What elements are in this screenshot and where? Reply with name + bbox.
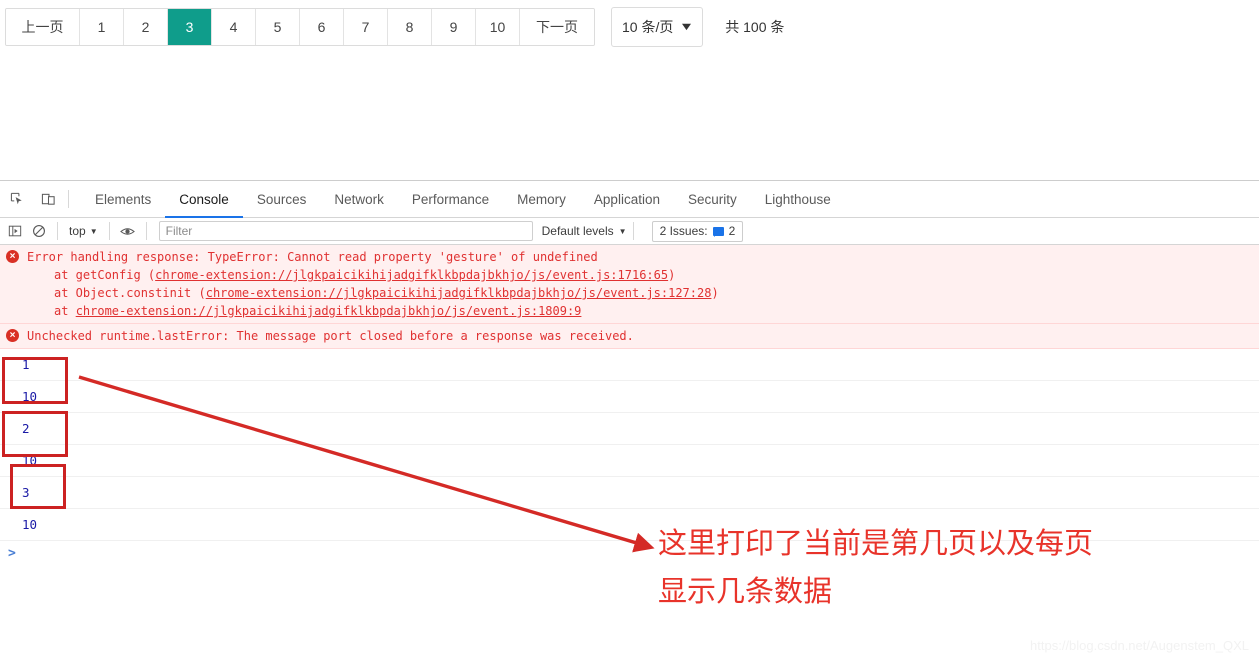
error-headline-row: × Error handling response: TypeError: Ca…: [0, 248, 1259, 266]
error-icon: ×: [6, 250, 19, 263]
tab-network[interactable]: Network: [320, 181, 398, 218]
page-size-label: 10 条/页: [622, 19, 674, 35]
console-error-message-1[interactable]: × Error handling response: TypeError: Ca…: [0, 245, 1259, 324]
error-stack-line-2: at Object.constinit (chrome-extension://…: [0, 284, 1259, 302]
tab-application[interactable]: Application: [580, 181, 674, 218]
devtools-panel: Elements Console Sources Network Perform…: [0, 180, 1259, 658]
log-levels-label: Default levels: [541, 224, 614, 238]
console-toolbar: top ▼ Default levels ▼ 2 Issues: 2: [0, 218, 1259, 245]
pagination-page-2[interactable]: 2: [124, 9, 168, 45]
console-toolbar-divider-2: [108, 222, 110, 240]
pagination-page-8[interactable]: 8: [388, 9, 432, 45]
devtools-tabbar: Elements Console Sources Network Perform…: [0, 181, 1259, 218]
pagination-page-10[interactable]: 10: [476, 9, 520, 45]
page-size-select[interactable]: 10 条/页 ▼: [611, 7, 704, 47]
pagination-total-label: 共 100 条: [725, 19, 785, 35]
tab-elements[interactable]: Elements: [81, 181, 165, 218]
error-stack-line-1: at getConfig (chrome-extension://jlgkpai…: [0, 266, 1259, 284]
console-log-row[interactable]: 2: [0, 413, 1259, 445]
tab-console[interactable]: Console: [165, 181, 243, 218]
console-toolbar-divider-1: [57, 222, 58, 240]
error-headline: Unchecked runtime.lastError: The message…: [27, 329, 634, 343]
web-page-content: 上一页 1 2 3 4 5 6 7 8 9 10 下一页 10 条/页 ▼ 共 …: [0, 0, 1259, 180]
pagination-next-button[interactable]: 下一页: [520, 9, 594, 45]
console-error-message-2[interactable]: × Unchecked runtime.lastError: The messa…: [0, 324, 1259, 349]
error-icon: ×: [6, 329, 19, 342]
pagination-buttons: 上一页 1 2 3 4 5 6 7 8 9 10 下一页: [5, 8, 595, 46]
stack-suffix: ): [711, 286, 719, 300]
stack-suffix: ): [668, 268, 676, 282]
pagination-page-3[interactable]: 3: [168, 9, 212, 45]
console-log-row[interactable]: 3: [0, 477, 1259, 509]
tab-memory[interactable]: Memory: [503, 181, 580, 218]
pagination: 上一页 1 2 3 4 5 6 7 8 9 10 下一页 10 条/页 ▼ 共 …: [5, 7, 784, 47]
console-toolbar-divider-3: [145, 222, 147, 240]
tab-security[interactable]: Security: [674, 181, 751, 218]
pagination-page-5[interactable]: 5: [256, 9, 300, 45]
tab-lighthouse[interactable]: Lighthouse: [751, 181, 845, 218]
console-toolbar-divider-4: [632, 222, 634, 240]
clear-console-icon[interactable]: [27, 220, 51, 242]
console-prompt[interactable]: >: [0, 541, 1259, 565]
pagination-page-4[interactable]: 4: [212, 9, 256, 45]
device-toolbar-icon[interactable]: [35, 186, 62, 212]
tab-sources[interactable]: Sources: [243, 181, 321, 218]
screenshot-root: 上一页 1 2 3 4 5 6 7 8 9 10 下一页 10 条/页 ▼ 共 …: [0, 0, 1259, 658]
stack-source-link[interactable]: chrome-extension://jlgkpaicikihijadgifkl…: [206, 286, 712, 300]
stack-prefix: at getConfig (: [54, 268, 156, 282]
pagination-page-1[interactable]: 1: [80, 9, 124, 45]
pagination-page-9[interactable]: 9: [432, 9, 476, 45]
error-headline: Error handling response: TypeError: Cann…: [27, 250, 598, 264]
stack-source-link[interactable]: chrome-extension://jlgkpaicikihijadgifkl…: [155, 268, 668, 282]
prompt-chevron-icon: >: [8, 545, 16, 561]
issues-badge-button[interactable]: 2 Issues: 2: [651, 220, 744, 242]
chevron-down-icon: ▼: [89, 226, 98, 236]
console-log-row[interactable]: 10: [0, 509, 1259, 541]
live-expression-icon[interactable]: [116, 220, 140, 242]
chevron-down-icon: ▼: [618, 226, 627, 236]
console-message-list: × Error handling response: TypeError: Ca…: [0, 245, 1259, 565]
error-headline-row: × Unchecked runtime.lastError: The messa…: [0, 327, 1259, 345]
stack-prefix: at: [54, 304, 76, 318]
chevron-down-icon: ▼: [679, 21, 695, 33]
tab-performance[interactable]: Performance: [398, 181, 503, 218]
console-filter-input[interactable]: [158, 221, 533, 241]
issue-speech-bubble-icon: [712, 226, 724, 237]
console-sidebar-icon[interactable]: [3, 220, 27, 242]
pagination-prev-button[interactable]: 上一页: [6, 9, 80, 45]
devtools-tab-list: Elements Console Sources Network Perform…: [81, 181, 845, 218]
log-levels-select[interactable]: Default levels ▼: [542, 224, 627, 238]
inspect-element-icon[interactable]: [4, 186, 31, 212]
toolbar-divider: [68, 190, 69, 208]
issues-count: 2: [728, 224, 736, 238]
console-log-row[interactable]: 10: [0, 381, 1259, 413]
console-log-row[interactable]: 1: [0, 349, 1259, 381]
pagination-page-6[interactable]: 6: [300, 9, 344, 45]
stack-prefix: at Object.constinit (: [54, 286, 206, 300]
pagination-page-7[interactable]: 7: [344, 9, 388, 45]
error-stack-line-3: at chrome-extension://jlgkpaicikihijadgi…: [0, 302, 1259, 320]
stack-source-link[interactable]: chrome-extension://jlgkpaicikihijadgifkl…: [76, 304, 582, 318]
execution-context-select[interactable]: top ▼: [64, 221, 103, 241]
execution-context-label: top: [69, 224, 86, 238]
issues-label: 2 Issues:: [659, 224, 708, 238]
console-log-row[interactable]: 10: [0, 445, 1259, 477]
